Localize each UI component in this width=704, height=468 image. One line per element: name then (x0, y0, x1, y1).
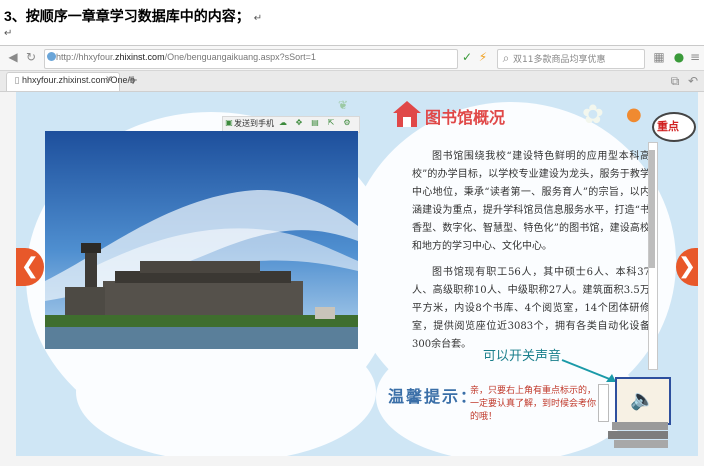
document-heading: 3、按顺序一章章学习数据库中的内容； ↵ (4, 6, 262, 26)
globe-icon (47, 52, 56, 61)
wechat-icon[interactable]: ● (672, 50, 686, 64)
paragraph-2: 图书馆现有职工56人，其中硕士6人、本科37人、高级职称10人、中级职称27人。… (412, 267, 650, 350)
paragraph-mark: ↵ (253, 13, 263, 24)
cloud-icon[interactable]: ☁ (278, 118, 288, 128)
chevron-right-icon: ❯ (677, 254, 697, 279)
paragraph-mark-empty-line: ↵ (4, 28, 13, 39)
send-to-phone-button[interactable]: 发送到手机 (234, 118, 274, 129)
tab-title: hhxyfour.zhixinst.com/One/b (22, 75, 136, 85)
speaker-icon: 🔈 (630, 387, 655, 411)
books-icon (608, 422, 668, 448)
sound-annotation: 可以开关声音 (483, 349, 562, 364)
scrollbar-thumb[interactable] (649, 150, 655, 268)
library-description: 图书馆围绕我校“建设特色鲜明的应用型本科高校”的办学目标，以学校专业建设为龙头，… (412, 148, 650, 362)
page-title: 图书馆概况 (425, 108, 506, 127)
library-photo (45, 131, 358, 349)
apps-icon[interactable]: ▦ (652, 50, 666, 64)
heading-text: 按顺序一章章学习数据库中的内容； (25, 9, 250, 25)
menu-icon[interactable]: ≡ (688, 50, 702, 64)
refresh-icon[interactable]: ↻ (24, 50, 38, 64)
restore-icon[interactable]: ⧉ (668, 74, 682, 88)
share-icon[interactable]: ⇱ (326, 118, 336, 128)
tip-text: 亲，只要右上角有重点标示的，一定要认真了解，到时候会考你的哦！ (470, 386, 597, 422)
secure-icon[interactable]: ✓ (460, 50, 474, 64)
lightning-icon[interactable]: ⚡ (476, 50, 490, 64)
phone-icon[interactable]: ▣ (224, 118, 234, 128)
balloon-icon: ● (626, 104, 642, 125)
back-icon[interactable]: ◀ (6, 50, 20, 64)
flower-icon: ✿ (582, 100, 604, 130)
undo-icon[interactable]: ↶ (686, 74, 700, 88)
expand-icon[interactable]: ✥ (294, 118, 304, 128)
house-icon (393, 101, 421, 127)
url-text: http://hhxyfour.zhixinst.com/One/benguan… (56, 52, 316, 62)
tip-title: 温馨提示： (388, 387, 479, 406)
heading-number: 3、 (4, 8, 26, 24)
save-icon[interactable]: ▤ (310, 118, 320, 128)
prev-arrow-button[interactable]: ❮ (16, 248, 44, 286)
new-tab-button[interactable]: + (128, 73, 138, 87)
annotation-arrow (561, 359, 616, 382)
tab-close-button[interactable]: × (105, 74, 113, 85)
paragraph-1: 图书馆围绕我校“建设特色鲜明的应用型本科高校”的办学目标，以学校专业建设为龙头，… (412, 151, 650, 252)
chevron-left-icon: ❮ (20, 254, 40, 279)
settings-icon[interactable]: ⚙ (342, 118, 352, 128)
key-point-label: 重点 (657, 120, 679, 133)
bird-icon: ❦ (338, 98, 349, 112)
tip-scrollbar[interactable] (598, 384, 609, 422)
search-icon: ⌕ (502, 51, 510, 65)
next-arrow-button[interactable]: ❯ (676, 248, 698, 286)
search-placeholder: 双11多款商品均享优惠 (513, 55, 606, 65)
